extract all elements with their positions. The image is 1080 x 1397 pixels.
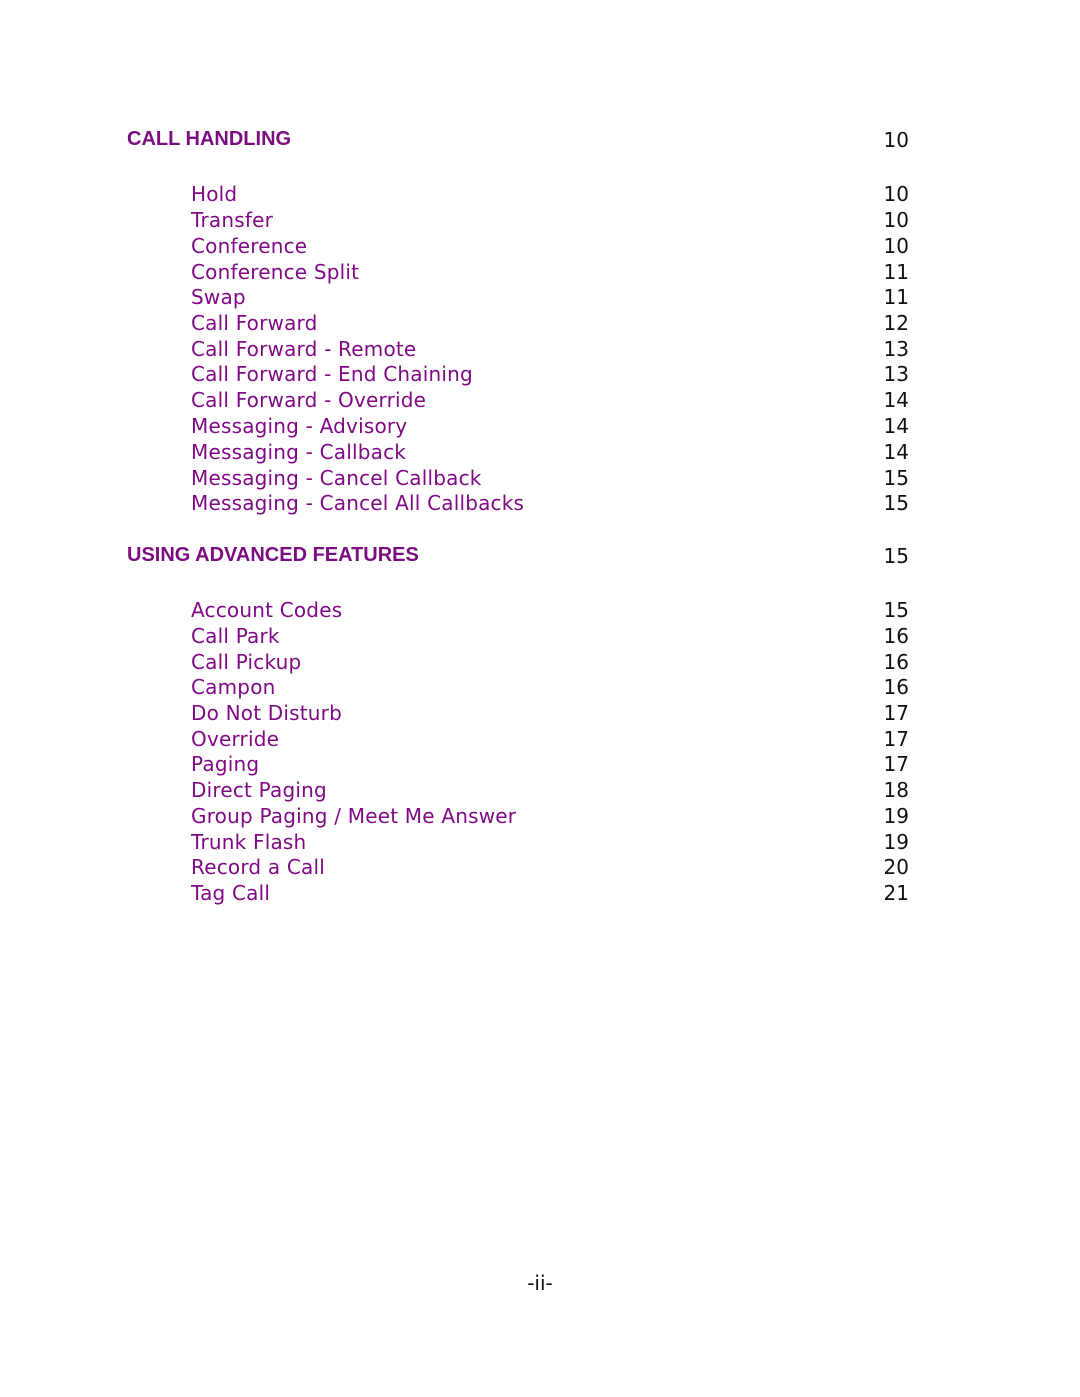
toc-entry-label: Messaging - Callback: [191, 440, 407, 464]
toc-entry[interactable]: Conference Split 11: [191, 260, 909, 286]
toc-entry-page: 13: [883, 362, 909, 386]
toc-entry-label: Direct Paging: [191, 778, 327, 802]
toc-entry[interactable]: Call Forward 12: [191, 311, 909, 337]
toc-entry-label: Messaging - Advisory: [191, 414, 408, 438]
toc-entry-page: 14: [883, 414, 909, 438]
toc-entry[interactable]: Call Forward - Remote 13: [191, 337, 909, 363]
toc-entry-label: Paging: [191, 752, 260, 776]
toc-entry-page: 16: [883, 650, 909, 674]
toc-entry[interactable]: Messaging - Advisory 14: [191, 414, 909, 440]
toc-entry-page: 18: [883, 778, 909, 802]
toc-entry[interactable]: Swap 11: [191, 285, 909, 311]
toc-entry[interactable]: Direct Paging 18: [191, 778, 909, 804]
toc-entry-label: Account Codes: [191, 598, 343, 622]
toc-entry-page: 19: [883, 804, 909, 828]
toc-entry[interactable]: Group Paging / Meet Me Answer 19: [191, 804, 909, 830]
toc-entry-label: Trunk Flash: [191, 830, 307, 854]
toc-entry-label: Tag Call: [191, 881, 271, 905]
toc-entry-label: Call Forward - Override: [191, 388, 427, 412]
toc-entry[interactable]: Paging 17: [191, 752, 909, 778]
toc-entry-page: 17: [883, 752, 909, 776]
toc-entry-page: 15: [883, 598, 909, 622]
toc-section-heading[interactable]: CALL HANDLING 10: [127, 128, 909, 154]
toc-entry-label: Messaging - Cancel All Callbacks: [191, 491, 525, 515]
toc-entry-label: Call Park: [191, 624, 280, 648]
toc-entry[interactable]: Account Codes 15: [191, 598, 909, 624]
toc-entry[interactable]: Messaging - Cancel Callback 15: [191, 466, 909, 492]
toc-entry[interactable]: Call Forward - End Chaining 13: [191, 362, 909, 388]
toc-entry[interactable]: Call Forward - Override 14: [191, 388, 909, 414]
toc-entry[interactable]: Conference 10: [191, 234, 909, 260]
toc-entry-label: Do Not Disturb: [191, 701, 343, 725]
toc-entry[interactable]: Do Not Disturb 17: [191, 701, 909, 727]
toc-entry-page: 13: [883, 337, 909, 361]
toc-entry[interactable]: Trunk Flash 19: [191, 830, 909, 856]
toc-entry-label: Call Pickup: [191, 650, 302, 674]
toc-entry-page: 11: [883, 285, 909, 309]
toc-entry[interactable]: Messaging - Cancel All Callbacks 15: [191, 491, 909, 517]
toc-entry-label: Conference Split: [191, 260, 360, 284]
toc-entry-page: 20: [883, 855, 909, 879]
toc-entry-page: 17: [883, 701, 909, 725]
toc-entry-page: 16: [883, 624, 909, 648]
toc-entry-label: Override: [191, 727, 280, 751]
toc-entry-page: 15: [883, 466, 909, 490]
toc-entry-label: Swap: [191, 285, 246, 309]
toc-entry-page: 10: [883, 182, 909, 206]
toc-entry[interactable]: Messaging - Callback 14: [191, 440, 909, 466]
toc-entry-label: Call Forward - Remote: [191, 337, 417, 361]
toc-entry-page: 14: [883, 440, 909, 464]
toc-entry-page: 15: [883, 491, 909, 515]
section-page-number: 10: [883, 128, 909, 152]
toc-entry[interactable]: Hold 10: [191, 182, 909, 208]
toc-entry-page: 19: [883, 830, 909, 854]
toc-entry[interactable]: Transfer 10: [191, 208, 909, 234]
toc-entry-page: 12: [883, 311, 909, 335]
page-number-footer: -ii-: [527, 1271, 553, 1295]
toc-entry-page: 10: [883, 234, 909, 258]
toc-entry-label: Campon: [191, 675, 276, 699]
toc-entry[interactable]: Tag Call 21: [191, 881, 909, 907]
toc-entry-page: 16: [883, 675, 909, 699]
toc-entry[interactable]: Call Park 16: [191, 624, 909, 650]
toc-entry[interactable]: Call Pickup 16: [191, 650, 909, 676]
toc-entry-page: 10: [883, 208, 909, 232]
section-page-number: 15: [883, 544, 909, 568]
toc-entry-label: Group Paging / Meet Me Answer: [191, 804, 517, 828]
toc-entry-label: Hold: [191, 182, 238, 206]
toc-entry-label: Conference: [191, 234, 308, 258]
toc-entry-page: 17: [883, 727, 909, 751]
toc-entry-label: Transfer: [191, 208, 274, 232]
toc-entry-label: Record a Call: [191, 855, 326, 879]
toc-entry[interactable]: Campon 16: [191, 675, 909, 701]
toc-entry-page: 21: [883, 881, 909, 905]
toc-entry[interactable]: Override 17: [191, 727, 909, 753]
section-title: CALL HANDLING: [127, 128, 292, 150]
toc-entry-page: 14: [883, 388, 909, 412]
toc-entry-label: Messaging - Cancel Callback: [191, 466, 482, 490]
section-title: USING ADVANCED FEATURES: [127, 544, 419, 566]
toc-entry[interactable]: Record a Call 20: [191, 855, 909, 881]
toc-entry-label: Call Forward: [191, 311, 318, 335]
toc-entry-label: Call Forward - End Chaining: [191, 362, 473, 386]
toc-section-heading[interactable]: USING ADVANCED FEATURES 15: [127, 544, 909, 570]
toc-entry-page: 11: [883, 260, 909, 284]
